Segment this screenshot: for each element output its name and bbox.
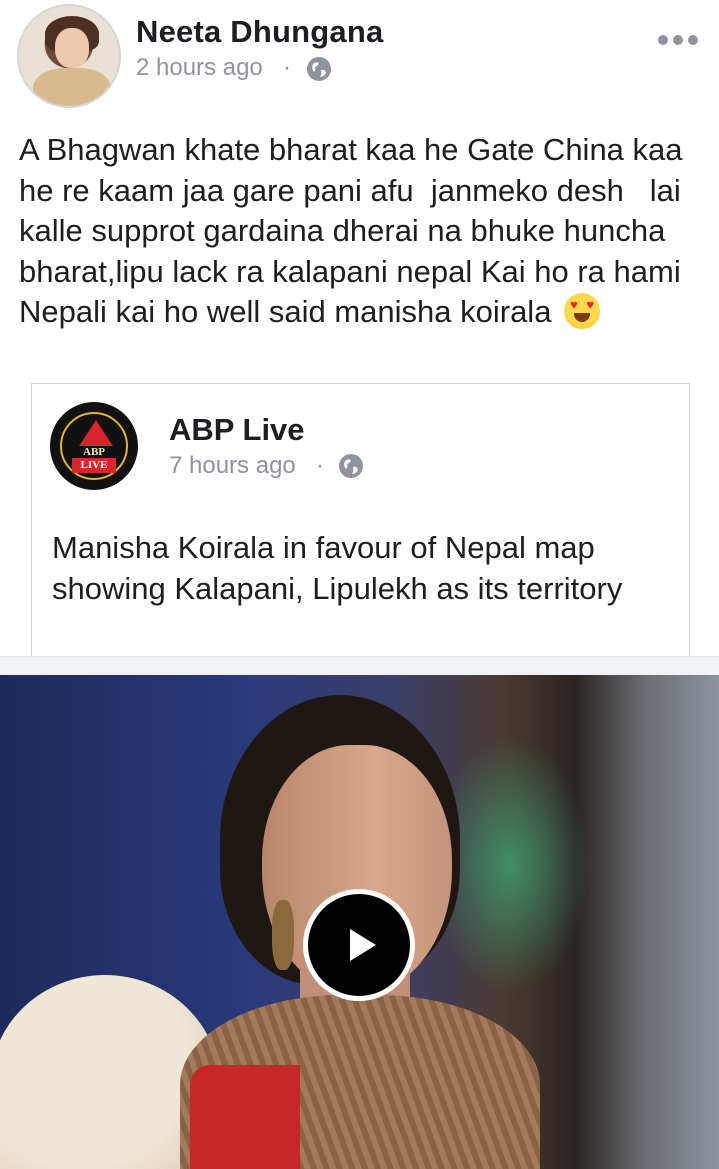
post-header: Neeta Dhungana 2 hours ago ·	[0, 0, 719, 110]
heart-eyes-emoji-icon	[564, 293, 601, 329]
author-avatar[interactable]	[17, 4, 121, 108]
shared-post-card[interactable]: ABP LIVE ABP Live 7 hours ago · Manisha …	[31, 383, 690, 673]
shared-page-name[interactable]: ABP Live	[169, 412, 305, 448]
more-options-icon[interactable]	[658, 32, 698, 48]
post-body: A Bhagwan khate bharat kaa he Gate China…	[19, 130, 699, 333]
shared-post-text: Manisha Koirala in favour of Nepal map s…	[52, 530, 623, 606]
video-thumbnail[interactable]	[0, 675, 719, 1169]
post-timestamp[interactable]: 2 hours ago	[136, 54, 263, 82]
section-divider	[0, 656, 719, 676]
shared-timestamp[interactable]: 7 hours ago	[169, 452, 296, 480]
logo-abp-text: ABP	[83, 446, 105, 458]
meta-separator: ·	[283, 54, 291, 81]
play-icon	[350, 929, 376, 961]
play-button[interactable]	[303, 889, 415, 1001]
shared-globe-icon	[339, 454, 363, 478]
shared-meta-separator: ·	[316, 452, 324, 479]
abp-live-logo[interactable]: ABP LIVE	[50, 402, 138, 490]
logo-live-text: LIVE	[72, 458, 116, 473]
author-name[interactable]: Neeta Dhungana	[136, 14, 383, 50]
globe-icon	[307, 57, 331, 81]
